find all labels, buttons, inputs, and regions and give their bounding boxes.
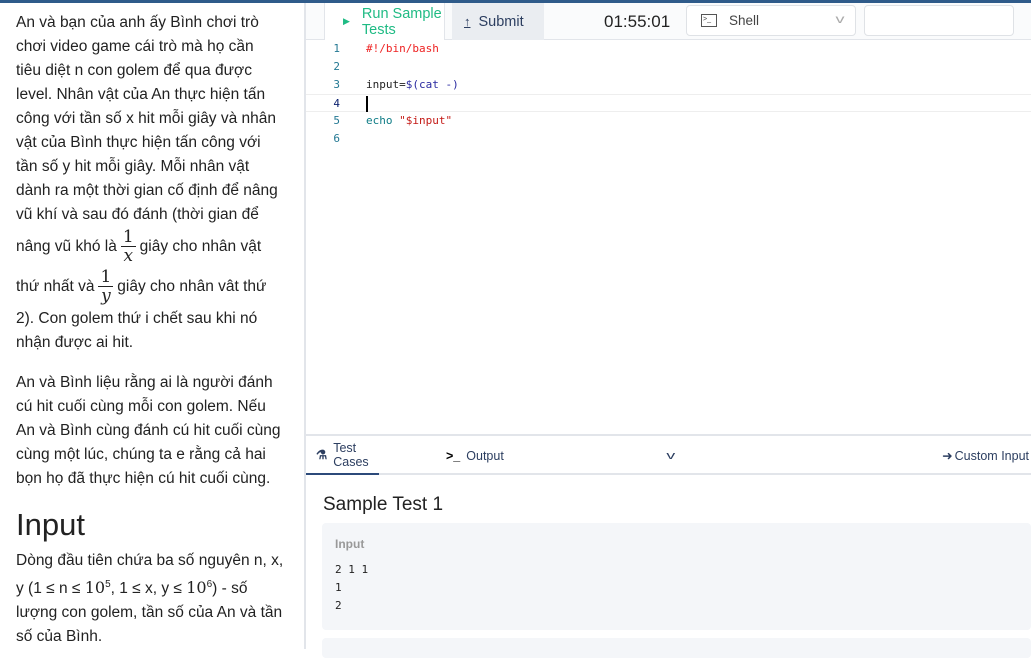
tab-label: Test Cases — [333, 440, 369, 469]
fraction-line-2: thứ nhất và 1 y giây cho nhân vât thứ — [16, 267, 288, 307]
input-value: 2 1 1 1 2 — [335, 563, 369, 612]
line: tiêu diệt n con golem để qua được — [16, 62, 252, 79]
problem-statement-panel: An và bạn của anh ấy Bình chơi trò chơi … — [0, 3, 306, 649]
line: An và bạn của anh ấy Bình chơi trò — [16, 14, 259, 31]
line: 2). Con golem thứ i chết sau khi nó — [16, 310, 258, 327]
line-number: 2 — [333, 60, 340, 73]
code-line: 1 #!/bin/bash — [306, 40, 1031, 58]
line: tần số y hit mỗi giây. Mỗi nhân vật — [16, 158, 250, 175]
code-line: 5 echo "$input" — [306, 112, 1031, 130]
line-number: 4 — [333, 97, 340, 110]
fraction-1-over-x: 1x — [120, 227, 136, 267]
math: 10 — [186, 578, 207, 598]
sample-input-box: Input 2 1 1 1 2 — [322, 523, 1031, 630]
line: bọn họ đã thực hiện cú hit cuối cùng. — [16, 470, 271, 487]
input-label: Input — [335, 537, 365, 551]
line: dành ra một thời gian cố định để nâng — [16, 182, 278, 199]
line: chơi video game cái trò mà họ cần — [16, 38, 254, 55]
run-sample-tests-button[interactable]: ▶ Run Sample Tests — [324, 3, 445, 40]
timer: 01:55:01 — [604, 11, 671, 31]
code-editor[interactable]: 1 #!/bin/bash 2 3 input=$(cat -) 4 5 echo "… — [306, 40, 1031, 434]
code-text: #!/bin/bash — [366, 42, 439, 55]
problem-paragraph-2: An và Bình liệu rằng ai là người đánh cú… — [16, 371, 288, 491]
fraction-1-over-y: 1y — [98, 267, 114, 307]
problem-paragraph-1-end: 2). Con golem thứ i chết sau khi nó nhận… — [16, 307, 288, 355]
line-number: 6 — [333, 132, 340, 145]
line: nhận được ai hit. — [16, 334, 134, 351]
language-select[interactable]: >_ Shell v — [686, 5, 856, 36]
custom-input-label: Custom Input — [954, 448, 1029, 463]
line: cú hit cuối cùng mỗi con golem. Nếu — [16, 398, 266, 415]
code-text: echo "$input" — [366, 114, 453, 127]
language-value: Shell — [729, 13, 760, 28]
sample-test-title: Sample Test 1 — [323, 494, 444, 515]
chevron-down-icon: v — [835, 12, 845, 26]
line: An và Bình liệu rằng ai là người đánh — [16, 374, 273, 391]
code-line: 3 input=$(cat -) — [306, 76, 1031, 94]
tab-output[interactable]: >_ Output — [446, 436, 504, 475]
line: An và Bình cùng đánh cú hit cuối cùng — [16, 422, 281, 439]
math: 10 — [84, 578, 106, 598]
text: , 1 ≤ x, y ≤ — [110, 580, 187, 598]
code-line: 6 — [306, 130, 1031, 148]
play-icon: ▶ — [343, 16, 350, 26]
terminal-icon: >_ — [701, 14, 717, 27]
numerator: 1 — [98, 267, 114, 288]
text: ) - số — [212, 580, 248, 598]
code-text: input=$(cat -) — [366, 78, 459, 91]
flask-icon: ⚗ — [316, 448, 328, 462]
problem-paragraph-1: An và bạn của anh ấy Bình chơi trò chơi … — [16, 11, 288, 227]
line: số của Bình. — [16, 628, 103, 646]
tab-label: Output — [466, 448, 504, 463]
terminal-icon: >_ — [446, 448, 461, 463]
text: giây cho nhân vât thứ — [117, 278, 267, 295]
upload-icon: ↑ — [464, 14, 471, 29]
line: Dòng đầu tiên chứa ba số nguyên n, x, — [16, 552, 284, 569]
input-heading: Input — [16, 507, 85, 542]
line: vũ khí và sau đó đánh (thời gian để — [16, 206, 259, 223]
submit-label: Submit — [478, 13, 524, 30]
numerator: 1 — [120, 227, 136, 248]
line-number: 5 — [333, 114, 340, 127]
line-number: 3 — [333, 78, 340, 91]
input-description: Dòng đầu tiên chứa ba số nguyên n, x, y … — [16, 549, 288, 649]
text: giây cho nhân vật — [139, 238, 262, 255]
editor-toolbar: ▶ Run Sample Tests ↑ Submit 01:55:01 >_ … — [306, 3, 1031, 40]
line: công với tần số x hit mỗi giây và nhân — [16, 110, 277, 127]
code-line: 2 — [306, 58, 1031, 76]
line: lượng con golem, tần số của An và tần — [16, 604, 283, 622]
denominator: x — [123, 246, 134, 267]
text-cursor — [366, 96, 368, 112]
test-panel-tabs: ⚗ Test Cases >_ Output v ➜ Custom Input — [306, 436, 1031, 475]
text: nâng vũ khó là — [16, 238, 117, 255]
secondary-select[interactable] — [864, 5, 1014, 36]
test-panel: ⚗ Test Cases >_ Output v ➜ Custom Input Sam… — [306, 434, 1031, 658]
tab-test-cases[interactable]: ⚗ Test Cases — [306, 436, 379, 475]
code-line-current: 4 — [306, 94, 1031, 112]
line: cùng một lúc, chúng ta e rằng cả hai — [16, 446, 266, 463]
run-label: Run Sample Tests — [361, 5, 442, 38]
line: level. Nhân vật của An thực hiện tấn — [16, 86, 266, 103]
denominator: y — [101, 286, 111, 307]
sample-output-box — [322, 638, 1031, 658]
custom-input-button[interactable]: ➜ Custom Input — [942, 436, 1029, 475]
text: thứ nhất và — [16, 278, 95, 295]
fraction-line-1: nâng vũ khó là 1 x giây cho nhân vật — [16, 227, 288, 267]
line-number: 1 — [333, 42, 340, 55]
text: y (1 ≤ n ≤ — [16, 580, 85, 598]
sign-in-icon: ➜ — [942, 449, 953, 463]
chevron-down-icon: v — [666, 449, 676, 462]
line: vật của Bình thực hiện tấn công với — [16, 134, 261, 151]
collapse-toggle[interactable]: v — [666, 436, 676, 475]
submit-button[interactable]: ↑ Submit — [452, 3, 544, 40]
